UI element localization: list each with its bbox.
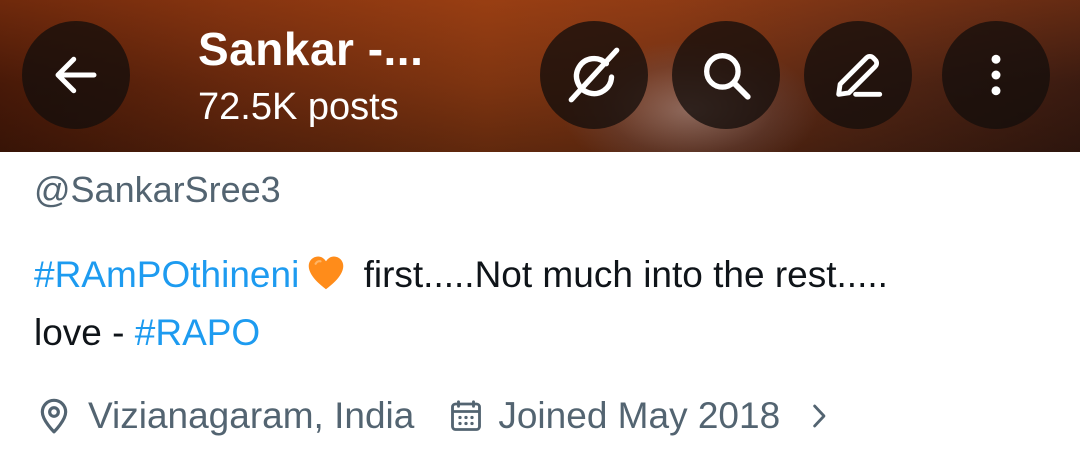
profile-handle: @SankarSree3: [34, 169, 281, 210]
bio-text: first.....Not much into the rest.....: [353, 254, 888, 295]
search-icon: [704, 53, 751, 100]
bio-line-1: #RAmPOthineni first.....Not much into th…: [34, 248, 1054, 306]
hashtag-link[interactable]: #RAPO: [135, 312, 260, 353]
profile-header-banner: Sankar -... 72.5K posts: [0, 0, 1080, 152]
profile-title-block: Sankar -... 72.5K posts: [198, 22, 423, 130]
edit-button[interactable]: [804, 21, 912, 129]
bio-line-2: love - #RAPO: [34, 306, 1054, 360]
back-button[interactable]: [22, 21, 130, 129]
arrow-left-icon: [55, 56, 97, 94]
profile-bio: #RAmPOthineni first.....Not much into th…: [34, 248, 1054, 360]
profile-page: Sankar -... 72.5K posts @SankarSree3 #RA…: [0, 0, 1080, 457]
chevron-right-icon[interactable]: [804, 399, 834, 433]
calendar-icon: [448, 398, 484, 434]
location-pin-icon: [34, 396, 74, 436]
grok-icon: [568, 47, 620, 103]
hashtag-link[interactable]: #RAmPOthineni: [34, 254, 299, 295]
profile-meta: Vizianagaram, India Joined May 2018: [34, 388, 834, 444]
search-button[interactable]: [672, 21, 780, 129]
grok-button[interactable]: [540, 21, 648, 129]
joined-date: Joined May 2018: [498, 395, 781, 436]
posts-count: 72.5K posts: [198, 86, 399, 128]
bio-text: love -: [34, 312, 135, 353]
profile-location: Vizianagaram, India: [88, 395, 415, 436]
orange-heart-icon: [305, 252, 347, 306]
pencil-icon: [836, 53, 883, 97]
more-options-button[interactable]: [942, 21, 1050, 129]
more-vertical-icon: [991, 54, 1001, 96]
profile-name: Sankar -...: [198, 23, 424, 75]
